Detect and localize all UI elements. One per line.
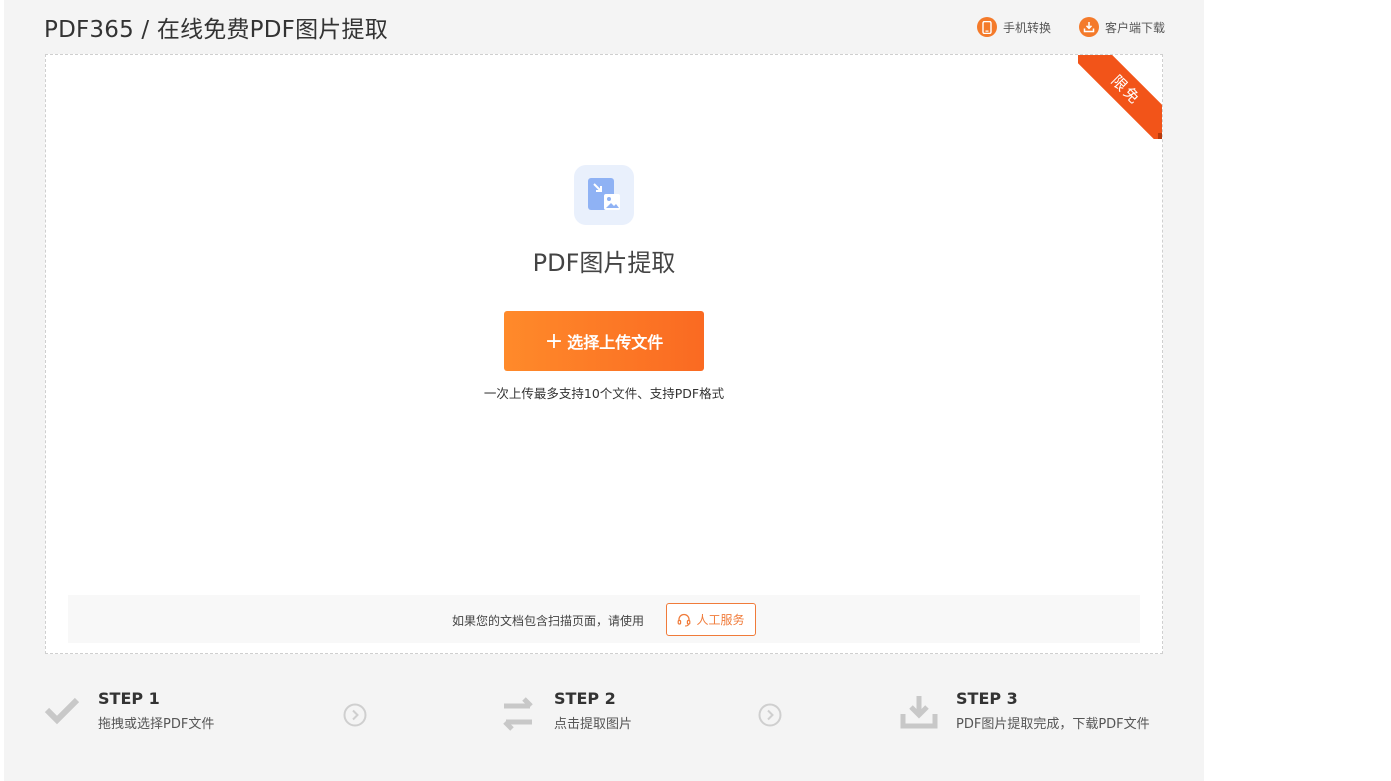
step-2-label: STEP 2 xyxy=(554,689,616,708)
upload-dropzone[interactable]: 限免 PDF图片提取 + 选择上传文件 一次上传最多支持10个文件、支持PDF格… xyxy=(45,54,1163,654)
client-download-link[interactable]: 客户端下载 xyxy=(1079,17,1165,37)
step-1-desc: 拖拽或选择PDF文件 xyxy=(98,717,215,732)
free-ribbon: 限免 xyxy=(1078,55,1162,139)
chevron-right-icon xyxy=(343,703,367,727)
step-1: STEP 1 拖拽或选择PDF文件 xyxy=(44,690,214,732)
step-1-label: STEP 1 xyxy=(98,689,160,708)
mobile-convert-label: 手机转换 xyxy=(1003,20,1052,35)
upload-hint: 一次上传最多支持10个文件、支持PDF格式 xyxy=(483,386,725,401)
upload-file-button[interactable]: + 选择上传文件 xyxy=(504,311,704,371)
human-service-button[interactable]: 人工服务 xyxy=(666,603,756,636)
client-download-label: 客户端下载 xyxy=(1105,20,1166,35)
service-text: 如果您的文档包含扫描页面，请使用 xyxy=(452,614,645,628)
chevron-right-icon xyxy=(758,703,782,727)
step-3: STEP 3 PDF图片提取完成，下载PDF文件 xyxy=(900,690,1150,732)
image-extract-icon xyxy=(574,165,634,225)
mobile-convert-link[interactable]: 手机转换 xyxy=(977,17,1051,37)
mobile-icon xyxy=(977,17,997,37)
check-icon xyxy=(44,697,80,725)
service-bar: 如果您的文档包含扫描页面，请使用 人工服务 xyxy=(68,595,1140,643)
step-3-label: STEP 3 xyxy=(956,689,1018,708)
human-service-label: 人工服务 xyxy=(696,613,745,627)
download-icon xyxy=(1079,17,1099,37)
ribbon-label: 限免 xyxy=(1078,55,1162,139)
upload-button-label: 选择上传文件 xyxy=(567,333,664,352)
step-2: STEP 2 点击提取图片 xyxy=(500,690,632,734)
swap-icon xyxy=(503,697,533,731)
ribbon-tail xyxy=(1158,133,1162,139)
step-3-desc: PDF图片提取完成，下载PDF文件 xyxy=(956,717,1150,732)
headset-icon xyxy=(678,613,691,627)
tool-title: PDF图片提取 xyxy=(532,249,676,277)
download-tray-icon xyxy=(900,696,938,729)
page-title: PDF365 / 在线免费PDF图片提取 xyxy=(44,17,388,43)
plus-icon: + xyxy=(544,328,564,354)
step-2-desc: 点击提取图片 xyxy=(554,717,633,732)
